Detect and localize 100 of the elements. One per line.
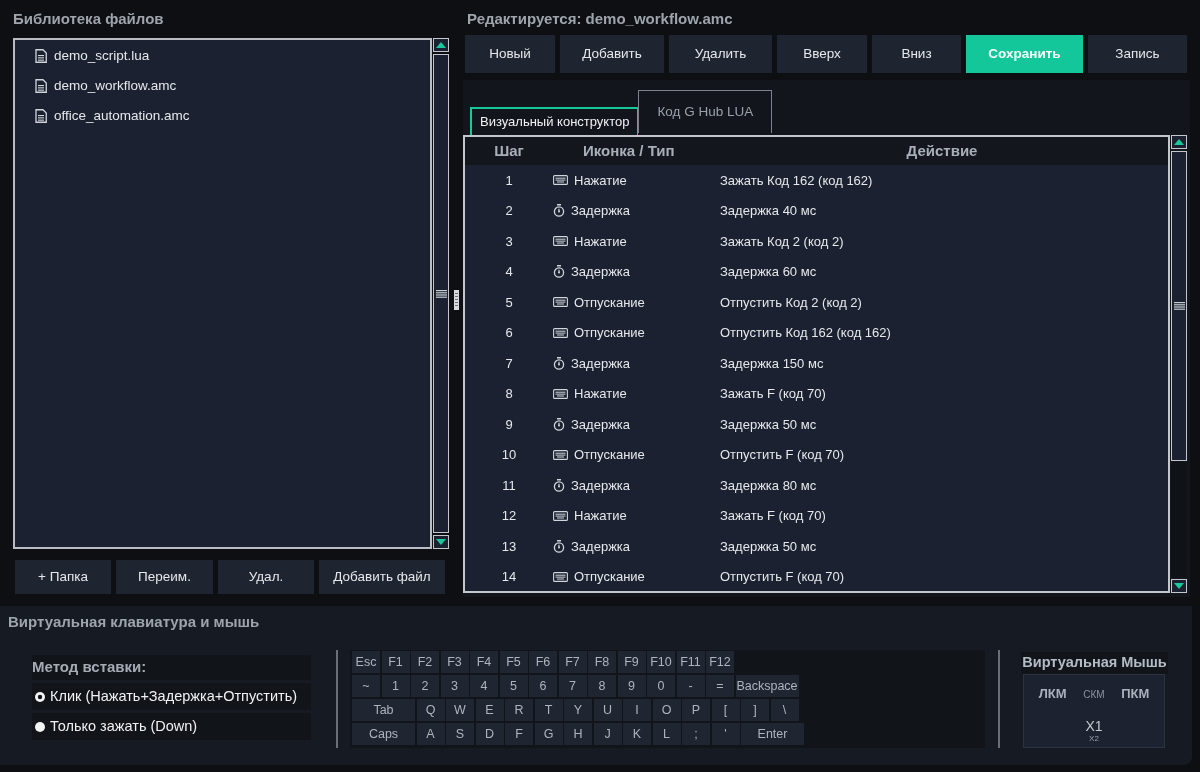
mouse-button[interactable]: ЛКМ: [1038, 684, 1067, 704]
keyboard-key[interactable]: Y: [564, 699, 592, 721]
radio-option[interactable]: Клик (Нажать+Задержка+Отпустить): [32, 683, 311, 710]
keyboard-key[interactable]: 3: [440, 675, 469, 697]
file-action-button[interactable]: Добавить файл: [319, 560, 445, 594]
table-cell-text: Отпускание: [574, 293, 645, 312]
keyboard-key[interactable]: T: [534, 699, 563, 721]
file-action-button[interactable]: + Папка: [15, 560, 111, 594]
mouse-button[interactable]: СКМ: [1083, 686, 1105, 702]
keyboard-key[interactable]: R: [505, 699, 533, 721]
keyboard-key[interactable]: ;: [682, 723, 710, 745]
radio-label: Только зажать (Down): [50, 716, 198, 736]
radio-icon[interactable]: [35, 691, 45, 702]
keyboard-key[interactable]: F7: [558, 651, 587, 673]
keyboard-icon: [553, 327, 568, 338]
scroll-up-button[interactable]: [1171, 135, 1187, 149]
file-item[interactable]: demo_script.lua: [15, 41, 150, 71]
keyboard-key[interactable]: \: [770, 699, 799, 721]
scroll-down-button[interactable]: [1171, 579, 1187, 593]
keyboard-key[interactable]: Q: [416, 699, 445, 721]
scrollbar-track[interactable]: [1171, 151, 1187, 577]
keyboard-key[interactable]: F6: [529, 651, 557, 673]
scroll-up-button[interactable]: [433, 38, 449, 52]
keyboard-key[interactable]: Enter: [741, 723, 804, 745]
keyboard-key[interactable]: Backspace: [735, 675, 799, 697]
keyboard-icon: [553, 297, 568, 308]
down-arrow-icon: [436, 539, 446, 545]
keyboard-key[interactable]: F3: [440, 651, 469, 673]
scrollbar-thumb[interactable]: [433, 54, 449, 533]
toolbar-button[interactable]: Удалить: [669, 35, 772, 73]
keyboard-key[interactable]: Esc: [352, 651, 380, 673]
keyboard-key[interactable]: D: [475, 723, 504, 745]
keyboard-key[interactable]: S: [446, 723, 474, 745]
mouse-button[interactable]: X1: [1085, 718, 1103, 734]
keyboard-key[interactable]: O: [652, 699, 681, 721]
toolbar-button[interactable]: Вверх: [777, 35, 867, 73]
keyboard-key[interactable]: 7: [558, 675, 587, 697]
tab[interactable]: Визуальный конструктор: [470, 107, 639, 135]
file-action-button[interactable]: Удал.: [218, 560, 314, 594]
keyboard-key[interactable]: U: [593, 699, 622, 721]
keyboard-key[interactable]: -: [676, 675, 705, 697]
keyboard-key[interactable]: F2: [411, 651, 439, 673]
keyboard-key[interactable]: ~: [352, 675, 380, 697]
keyboard-key[interactable]: 0: [647, 675, 675, 697]
keyboard-key[interactable]: I: [623, 699, 651, 721]
keyboard-key[interactable]: F9: [617, 651, 646, 673]
keyboard-key[interactable]: ]: [741, 699, 769, 721]
keyboard-key[interactable]: W: [446, 699, 474, 721]
file-item[interactable]: office_automation.amc: [15, 101, 190, 131]
table-cell-text: 14: [501, 568, 517, 586]
scrollbar-thumb[interactable]: [1171, 151, 1187, 461]
keyboard-key[interactable]: 4: [470, 675, 498, 697]
keyboard-key[interactable]: G: [534, 723, 563, 745]
file-action-button[interactable]: Переим.: [116, 560, 213, 594]
keyboard-key[interactable]: F5: [499, 651, 528, 673]
keyboard-key[interactable]: 6: [529, 675, 557, 697]
keyboard-key[interactable]: J: [593, 723, 622, 745]
keyboard-key[interactable]: Caps: [352, 723, 415, 745]
section-title: Виртуальная Мышь: [1021, 652, 1168, 674]
keyboard-key[interactable]: H: [564, 723, 592, 745]
keyboard-key[interactable]: ': [711, 723, 740, 745]
keyboard-key[interactable]: 5: [499, 675, 528, 697]
keyboard-key[interactable]: A: [416, 723, 445, 745]
table-cell-text: Отпускание: [574, 324, 645, 342]
keyboard-key[interactable]: 8: [588, 675, 616, 697]
table-cell-text: Задержка 150 мс: [720, 354, 824, 373]
keyboard-key[interactable]: Tab: [352, 699, 415, 721]
file-name: office_automation.amc: [54, 106, 190, 125]
splitter-grip-icon[interactable]: [453, 290, 459, 310]
scroll-down-button[interactable]: [433, 535, 449, 549]
keyboard-key[interactable]: L: [652, 723, 681, 745]
keyboard-key[interactable]: K: [623, 723, 651, 745]
keyboard-key[interactable]: =: [706, 675, 734, 697]
radio-option[interactable]: Только зажать (Down): [32, 713, 311, 740]
file-item[interactable]: demo_workflow.amc: [15, 71, 177, 101]
table-cell-text: Зажать Код 2 (код 2): [720, 232, 844, 251]
radio-icon[interactable]: [35, 721, 45, 732]
toolbar-button[interactable]: Запись: [1088, 35, 1187, 73]
mouse-button[interactable]: ПКМ: [1121, 684, 1150, 704]
toolbar-button[interactable]: Добавить: [560, 35, 664, 73]
keyboard-key[interactable]: F4: [470, 651, 498, 673]
toolbar-button[interactable]: Новый: [465, 35, 555, 73]
keyboard-key[interactable]: F: [505, 723, 533, 745]
keyboard-key[interactable]: 1: [381, 675, 410, 697]
up-arrow-icon: [1174, 139, 1184, 145]
table-cell-text: Задержка: [571, 415, 631, 434]
toolbar-button[interactable]: Вниз: [872, 35, 961, 73]
keyboard-key[interactable]: F1: [381, 651, 410, 673]
tab[interactable]: Код G Hub LUA: [638, 90, 773, 133]
keyboard-key[interactable]: 2: [411, 675, 439, 697]
keyboard-key[interactable]: 9: [617, 675, 646, 697]
keyboard-key[interactable]: [: [711, 699, 740, 721]
keyboard-key[interactable]: F11: [676, 651, 705, 673]
keyboard-key[interactable]: F8: [588, 651, 616, 673]
keyboard-key[interactable]: E: [475, 699, 504, 721]
table-cell-text: Нажатие: [574, 171, 627, 190]
keyboard-key[interactable]: F12: [706, 651, 734, 673]
mouse-button[interactable]: X2: [1089, 734, 1099, 744]
keyboard-key[interactable]: P: [682, 699, 710, 721]
keyboard-key[interactable]: F10: [647, 651, 675, 673]
